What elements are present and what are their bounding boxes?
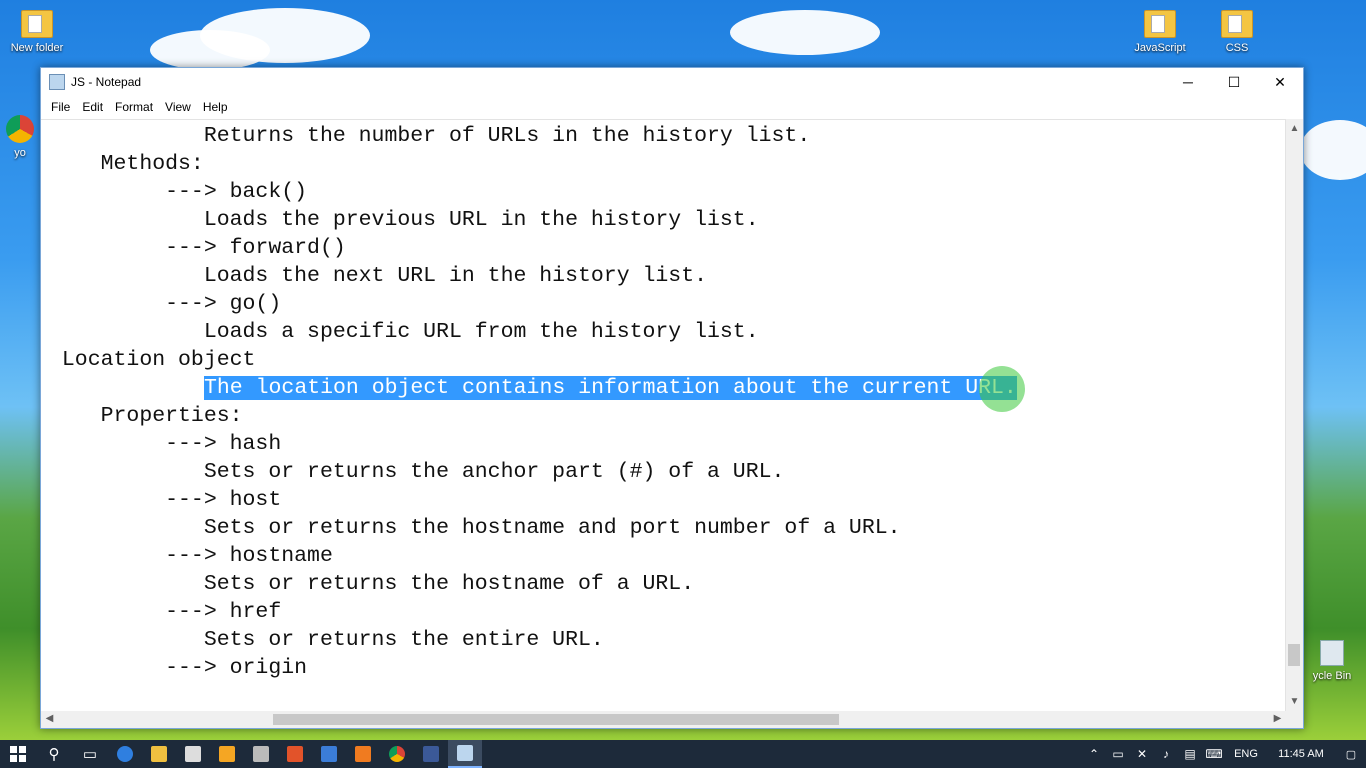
text-line: Sets or returns the hostname of a URL. <box>49 572 695 596</box>
network-icon[interactable]: ✕ <box>1130 747 1154 761</box>
app-icon <box>321 746 337 762</box>
battery-icon[interactable]: ▭ <box>1106 747 1130 761</box>
text-line: Sets or returns the anchor part (#) of a… <box>49 460 785 484</box>
taskbar-app-orange[interactable] <box>346 740 380 768</box>
mouse-cursor-highlight <box>979 366 1025 412</box>
chrome-icon <box>389 746 405 762</box>
text-line: ---> go() <box>49 292 282 316</box>
desktop-icon-new-folder[interactable]: New folder <box>5 10 69 54</box>
text-line: Sets or returns the hostname and port nu… <box>49 516 901 540</box>
minimize-button[interactable]: ─ <box>1165 68 1211 96</box>
maximize-button[interactable]: ☐ <box>1211 68 1257 96</box>
notepad-window: JS - Notepad ─ ☐ ✕ File Edit Format View… <box>40 67 1304 729</box>
message-icon: ▢ <box>1345 748 1357 761</box>
task-view-button[interactable]: ▭ <box>72 740 108 768</box>
selected-text-line: The location object contains information… <box>204 374 1017 402</box>
taskbar-app-red[interactable] <box>278 740 312 768</box>
recycle-bin-icon <box>1320 640 1344 666</box>
menu-format[interactable]: Format <box>109 100 159 114</box>
language-indicator[interactable]: ENG <box>1226 748 1266 760</box>
menu-view[interactable]: View <box>159 100 197 114</box>
menu-bar: File Edit Format View Help <box>41 96 1303 118</box>
taskbar-file-explorer[interactable] <box>142 740 176 768</box>
close-button[interactable]: ✕ <box>1257 68 1303 96</box>
folder-icon <box>1221 10 1253 38</box>
taskbar-film[interactable] <box>244 740 278 768</box>
film-icon <box>253 746 269 762</box>
text-line: ---> hash <box>49 432 282 456</box>
menu-edit[interactable]: Edit <box>76 100 109 114</box>
chevron-up-icon[interactable]: ⌃ <box>1082 747 1106 761</box>
store-icon <box>185 746 201 762</box>
app-icon <box>287 746 303 762</box>
scroll-right-icon[interactable]: ▶ <box>1269 713 1286 724</box>
text-line: ---> origin <box>49 656 308 680</box>
search-icon: ⚲ <box>48 746 60 763</box>
notification-icon[interactable]: ▤ <box>1178 747 1202 761</box>
text-line: ---> host <box>49 488 282 512</box>
scroll-down-icon[interactable]: ▼ <box>1286 696 1303 707</box>
text-line: Loads the previous URL in the history li… <box>49 208 759 232</box>
window-title: JS - Notepad <box>71 75 142 89</box>
text-line: Loads a specific URL from the history li… <box>49 320 759 344</box>
text-line: Sets or returns the entire URL. <box>49 628 604 652</box>
volume-icon[interactable]: ♪ <box>1154 747 1178 761</box>
text-selection: The location object contains information… <box>204 376 1017 400</box>
folder-icon <box>151 746 167 762</box>
vertical-scroll-thumb[interactable] <box>1288 644 1300 666</box>
notepad-icon <box>49 74 65 90</box>
scroll-left-icon[interactable]: ◀ <box>41 713 58 724</box>
horizontal-scrollbar[interactable]: ◀ ▶ <box>41 711 1286 728</box>
start-button[interactable] <box>0 740 36 768</box>
horizontal-scroll-thumb[interactable] <box>273 714 839 725</box>
taskbar-store[interactable] <box>176 740 210 768</box>
taskbar-notepad[interactable] <box>448 740 482 768</box>
task-view-icon: ▭ <box>82 746 98 763</box>
cloud <box>1300 120 1366 180</box>
text-line: Properties: <box>49 404 243 428</box>
scrollbar-corner <box>1286 711 1303 728</box>
taskbar: ⚲ ▭ ⌃ ▭ ✕ ♪ ▤ ⌨ ENG 11:45 AM ▢ <box>0 740 1366 768</box>
taskbar-app-blue[interactable] <box>312 740 346 768</box>
text-line: ---> href <box>49 600 282 624</box>
taskbar-edge[interactable] <box>108 740 142 768</box>
taskbar-facebook[interactable] <box>414 740 448 768</box>
menu-help[interactable]: Help <box>197 100 234 114</box>
facebook-icon <box>423 746 439 762</box>
search-button[interactable]: ⚲ <box>36 740 72 768</box>
edge-icon <box>117 746 133 762</box>
text-line: ---> hostname <box>49 544 333 568</box>
taskbar-media[interactable] <box>210 740 244 768</box>
text-line: ---> forward() <box>49 236 346 260</box>
text-line: ---> back() <box>49 180 308 204</box>
text-editor[interactable]: Returns the number of URLs in the histor… <box>41 119 1286 712</box>
desktop-icon-chrome[interactable]: yo <box>0 115 40 159</box>
cloud <box>730 10 880 55</box>
desktop-icon-css[interactable]: CSS <box>1205 10 1269 54</box>
app-icon <box>355 746 371 762</box>
system-tray: ⌃ ▭ ✕ ♪ ▤ ⌨ ENG 11:45 AM ▢ <box>1082 740 1366 768</box>
media-icon <box>219 746 235 762</box>
text-line: Loads the next URL in the history list. <box>49 264 708 288</box>
windows-icon <box>10 746 26 762</box>
desktop-icon-javascript[interactable]: JavaScript <box>1128 10 1192 54</box>
text-line: Location object <box>49 348 256 372</box>
vertical-scrollbar[interactable]: ▲ ▼ <box>1285 119 1303 711</box>
folder-icon <box>21 10 53 38</box>
chrome-icon <box>6 115 34 143</box>
keyboard-icon[interactable]: ⌨ <box>1202 747 1226 761</box>
clock[interactable]: 11:45 AM <box>1266 748 1336 760</box>
notepad-icon <box>457 745 473 761</box>
text-line: Methods: <box>49 152 204 176</box>
desktop-icon-recycle-bin[interactable]: ycle Bin <box>1300 640 1364 682</box>
taskbar-chrome[interactable] <box>380 740 414 768</box>
text-line: Returns the number of URLs in the histor… <box>49 124 811 148</box>
scroll-up-icon[interactable]: ▲ <box>1286 123 1303 134</box>
folder-icon <box>1144 10 1176 38</box>
menu-file[interactable]: File <box>45 100 76 114</box>
cloud <box>150 30 270 70</box>
title-bar[interactable]: JS - Notepad ─ ☐ ✕ <box>41 68 1303 96</box>
action-center-button[interactable]: ▢ <box>1336 740 1366 768</box>
